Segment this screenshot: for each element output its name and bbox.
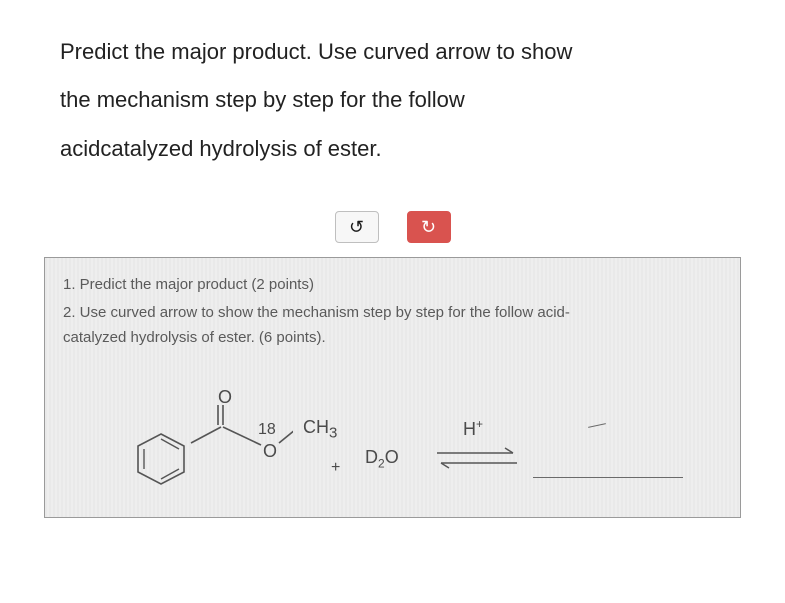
undo-button[interactable]: ↺ bbox=[335, 211, 379, 243]
ch3-sub: 3 bbox=[329, 424, 337, 441]
plus-sign: + bbox=[331, 459, 340, 477]
equilibrium-arrows-icon bbox=[431, 441, 523, 475]
question-1: 1. Predict the major product (2 points) bbox=[63, 272, 722, 298]
d2o-sub: 2 bbox=[378, 456, 385, 470]
d2o-d: D bbox=[365, 447, 378, 467]
answer-blank-line bbox=[533, 477, 683, 478]
toolbar: ↺ ↻ bbox=[0, 211, 785, 243]
ch3-text: CH bbox=[303, 417, 329, 437]
panel-text: 1. Predict the major product (2 points) … bbox=[63, 272, 722, 351]
reaction-diagram: O 18 O CH3 + D2O H+ bbox=[63, 359, 722, 499]
carbonyl-oxygen-label: O bbox=[218, 387, 232, 408]
benzene-ring-icon bbox=[133, 431, 189, 487]
d2o-label: D2O bbox=[365, 447, 399, 471]
redo-icon: ↻ bbox=[421, 217, 436, 238]
question-2-line-a: 2. Use curved arrow to show the mechanis… bbox=[63, 300, 722, 326]
hcat-h: H bbox=[463, 419, 476, 439]
ether-oxygen-label: O bbox=[263, 441, 277, 462]
redo-button[interactable]: ↻ bbox=[407, 211, 451, 243]
prompt-block: Predict the major product. Use curved ar… bbox=[0, 0, 785, 183]
prompt-line-2: the mechanism step by step for the follo… bbox=[60, 76, 725, 124]
isotope-18-label: 18 bbox=[258, 421, 276, 439]
prompt-line-1: Predict the major product. Use curved ar… bbox=[60, 28, 725, 76]
methyl-label: CH3 bbox=[303, 417, 337, 442]
undo-icon: ↺ bbox=[349, 217, 364, 238]
stray-mark bbox=[588, 423, 606, 428]
hcat-sup: + bbox=[476, 417, 483, 431]
h-plus-catalyst-label: H+ bbox=[463, 417, 483, 440]
prompt-line-3: acidcatalyzed hydrolysis of ester. bbox=[60, 125, 725, 173]
question-2-line-b: catalyzed hydrolysis of ester. (6 points… bbox=[63, 325, 722, 351]
d2o-o: O bbox=[385, 447, 399, 467]
question-panel: 1. Predict the major product (2 points) … bbox=[44, 257, 741, 518]
